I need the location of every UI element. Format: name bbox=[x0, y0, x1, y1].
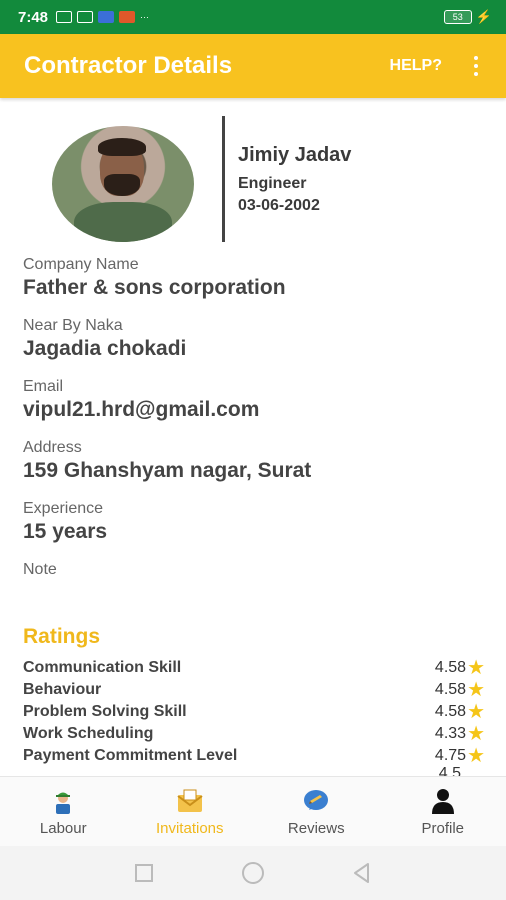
more-notifications-icon: ··· bbox=[140, 12, 150, 22]
app-notification-icon-2 bbox=[119, 11, 136, 23]
nav-label: Invitations bbox=[155, 820, 224, 837]
envelope-icon bbox=[177, 789, 203, 812]
star-icon: ★ bbox=[467, 701, 485, 723]
field-email: Email vipul21.hrd@gmail.com bbox=[23, 378, 483, 429]
nav-label: Labour bbox=[39, 820, 87, 837]
rating-value: 4.58 bbox=[434, 703, 467, 720]
nav-label: Profile bbox=[421, 820, 465, 837]
nav-item-reviews[interactable]: Reviews bbox=[261, 786, 371, 837]
app-bar: Contractor Details HELP? bbox=[0, 34, 506, 98]
field-label: Company Name bbox=[23, 256, 139, 273]
app-notification-icon bbox=[98, 11, 115, 23]
rating-label: Behaviour bbox=[23, 681, 102, 698]
nav-label: Reviews bbox=[287, 820, 345, 837]
recent-apps-icon[interactable] bbox=[131, 860, 157, 886]
avatar bbox=[52, 126, 194, 242]
bottom-nav: Labour Invitations Reviews Profile bbox=[0, 776, 506, 846]
rating-value: 4.33 bbox=[434, 725, 467, 742]
worker-icon bbox=[56, 792, 71, 814]
person-icon bbox=[431, 789, 454, 814]
more-options-icon[interactable] bbox=[470, 52, 482, 80]
profile-header: Jimiy Jadav Engineer 03-06-2002 bbox=[0, 112, 506, 244]
rating-value-group: 4.58 ★ bbox=[435, 658, 485, 678]
rating-row: Work Scheduling 4.33 ★ bbox=[23, 723, 485, 745]
field-company: Company Name Father & sons corporation bbox=[23, 256, 483, 307]
details-section: Company Name Father & sons corporation N… bbox=[23, 256, 483, 622]
rating-label: Problem Solving Skill bbox=[23, 703, 187, 720]
field-address: Address 159 Ghanshyam nagar, Surat bbox=[23, 439, 483, 490]
data-speed-icon bbox=[77, 11, 94, 23]
rating-label: Work Scheduling bbox=[23, 725, 154, 742]
field-experience: Experience 15 years bbox=[23, 500, 483, 551]
rating-value: 4.58 bbox=[434, 659, 467, 676]
battery-icon: 53 bbox=[443, 10, 472, 24]
field-note: Note bbox=[23, 561, 483, 612]
home-icon[interactable] bbox=[240, 860, 266, 886]
rating-value-group: 4.75 ★ bbox=[435, 746, 485, 766]
field-value: Father & sons corporation bbox=[23, 276, 286, 299]
system-nav-bar bbox=[0, 846, 506, 900]
ratings-section: Ratings Communication Skill 4.58 ★ Behavi… bbox=[23, 625, 485, 777]
rating-row: Payment Commitment Level 4.75 ★ bbox=[23, 745, 485, 767]
person-role: Engineer bbox=[238, 175, 307, 192]
signal-icon bbox=[56, 11, 73, 23]
field-naka: Near By Naka Jagadia chokadi bbox=[23, 317, 483, 368]
field-label: Experience bbox=[23, 500, 104, 517]
charging-icon: ⚡ bbox=[475, 9, 492, 24]
nav-item-profile[interactable]: Profile bbox=[388, 786, 498, 837]
status-bar: 7:48 ··· 53 ⚡ bbox=[0, 0, 506, 34]
status-left: 7:48 ··· bbox=[18, 9, 149, 26]
star-icon: ★ bbox=[467, 723, 485, 745]
rating-label: Payment Commitment Level bbox=[23, 747, 238, 764]
field-label: Note bbox=[23, 561, 57, 578]
field-label: Address bbox=[23, 439, 82, 456]
person-info: Jimiy Jadav Engineer 03-06-2002 bbox=[238, 144, 351, 215]
field-label: Near By Naka bbox=[23, 317, 123, 334]
rating-value-group: 4.33 ★ bbox=[435, 724, 485, 744]
field-value: 15 years bbox=[23, 520, 108, 543]
rating-value-group: 4.58 ★ bbox=[435, 702, 485, 722]
field-value bbox=[23, 581, 483, 612]
ratings-title: Ratings bbox=[23, 625, 101, 648]
page-title: Contractor Details bbox=[24, 52, 233, 79]
rating-value: 4.58 bbox=[434, 681, 467, 698]
rating-row: Problem Solving Skill 4.58 ★ bbox=[23, 701, 485, 723]
vertical-divider bbox=[222, 116, 225, 242]
status-time: 7:48 bbox=[18, 8, 49, 26]
help-button[interactable]: HELP? bbox=[390, 57, 442, 75]
star-icon: ★ bbox=[467, 657, 485, 679]
notification-icons: ··· bbox=[56, 11, 149, 23]
rating-value: 4.75 bbox=[434, 747, 467, 764]
field-value: 159 Ghanshyam nagar, Surat bbox=[23, 459, 312, 482]
rating-row: Communication Skill 4.58 ★ bbox=[23, 657, 485, 679]
back-icon[interactable] bbox=[349, 860, 375, 886]
field-value: vipul21.hrd@gmail.com bbox=[23, 398, 260, 421]
field-value: Jagadia chokadi bbox=[23, 337, 187, 360]
nav-item-invitations[interactable]: Invitations bbox=[135, 786, 245, 837]
star-icon: ★ bbox=[467, 745, 485, 767]
person-name: Jimiy Jadav bbox=[238, 144, 352, 166]
nav-item-labour[interactable]: Labour bbox=[8, 786, 118, 837]
rating-row: Behaviour 4.58 ★ bbox=[23, 679, 485, 701]
status-right: 53 ⚡ bbox=[443, 9, 492, 25]
rating-value-group: 4.58 ★ bbox=[435, 680, 485, 700]
star-icon: ★ bbox=[467, 679, 485, 701]
review-icon bbox=[304, 790, 329, 810]
person-date: 03-06-2002 bbox=[238, 197, 320, 214]
app-actions: HELP? bbox=[390, 52, 482, 80]
field-label: Email bbox=[23, 378, 64, 395]
rating-label: Communication Skill bbox=[23, 659, 182, 676]
